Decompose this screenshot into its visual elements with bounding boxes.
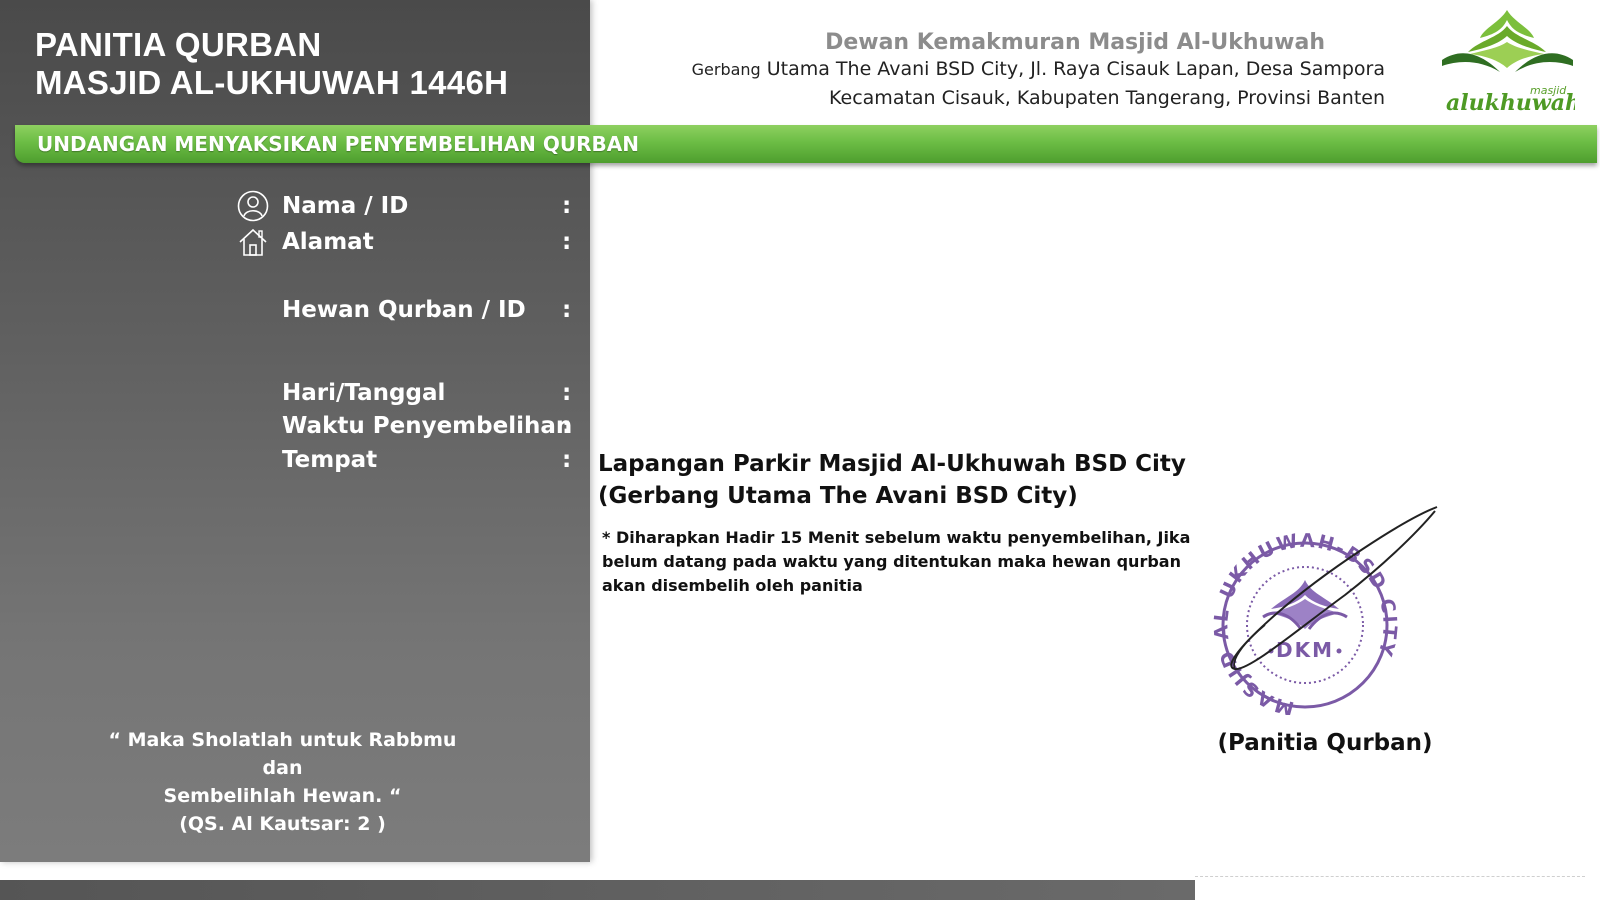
stamp-center-text: DKM <box>1276 638 1334 662</box>
footer-bar <box>0 880 1195 900</box>
field-time-label: Waktu Penyembelihan <box>282 413 573 439</box>
signature-label: (Panitia Qurban) <box>1217 730 1433 756</box>
quote-source: (QS. Al Kautsar: 2 ) <box>179 813 386 835</box>
field-name-separator: : <box>562 193 572 219</box>
address-main: Utama The Avani BSD City, Jl. Raya Cisau… <box>760 58 1385 80</box>
logo-text: alukhuwah <box>1446 90 1575 114</box>
user-circle-icon <box>237 190 269 222</box>
official-stamp: MASJID AL UKHUWAH-BSD CITY DKM <box>1210 506 1438 715</box>
home-icon <box>239 228 267 256</box>
address-line-1: Gerbang Utama The Avani BSD City, Jl. Ra… <box>692 55 1385 84</box>
field-name-label: Nama / ID <box>282 193 409 219</box>
mosque-logo: masjid alukhuwah <box>1442 10 1575 114</box>
quote-line-2: Sembelihlah Hewan. “ <box>163 785 402 807</box>
field-place-separator: : <box>562 447 572 473</box>
address-line-2: Kecamatan Cisauk, Kabupaten Tangerang, P… <box>829 87 1385 109</box>
field-animal-separator: : <box>562 297 572 323</box>
place-line-2: (Gerbang Utama The Avani BSD City) <box>598 483 1078 509</box>
invitation-banner: UNDANGAN MENYAKSIKAN PENYEMBELIHAN QURBA… <box>15 125 1597 163</box>
banner-label: UNDANGAN MENYAKSIKAN PENYEMBELIHAN QURBA… <box>37 132 639 156</box>
place-line-1: Lapangan Parkir Masjid Al-Ukhuwah BSD Ci… <box>598 451 1186 477</box>
place-value: Lapangan Parkir Masjid Al-Ukhuwah BSD Ci… <box>598 448 1186 512</box>
title-line-2: MASJID AL-UKHUWAH 1446H <box>35 64 509 101</box>
field-address-label: Alamat <box>282 229 374 255</box>
organization-name: Dewan Kemakmuran Masjid Al-Ukhuwah <box>825 30 1325 55</box>
field-animal-label: Hewan Qurban / ID <box>282 297 526 323</box>
field-date-separator: : <box>562 380 572 406</box>
footer-divider <box>1195 876 1585 877</box>
title-line-1: PANITIA QURBAN <box>35 26 322 63</box>
quote-line-1: “ Maka Sholatlah untuk Rabbmu dan <box>108 729 457 779</box>
address-prefix: Gerbang <box>691 60 761 79</box>
page-title: PANITIA QURBAN MASJID AL-UKHUWAH 1446H <box>35 26 508 102</box>
field-time-separator: : <box>562 413 572 439</box>
quran-quote: “ Maka Sholatlah untuk Rabbmu dan Sembel… <box>90 726 475 838</box>
field-address-separator: : <box>562 229 572 255</box>
attendance-note: * Diharapkan Hadir 15 Menit sebelum wakt… <box>602 528 1191 595</box>
organization-header: Dewan Kemakmuran Masjid Al-Ukhuwah Gerba… <box>692 30 1385 113</box>
field-place-label: Tempat <box>282 447 378 473</box>
field-date-label: Hari/Tanggal <box>282 380 446 406</box>
